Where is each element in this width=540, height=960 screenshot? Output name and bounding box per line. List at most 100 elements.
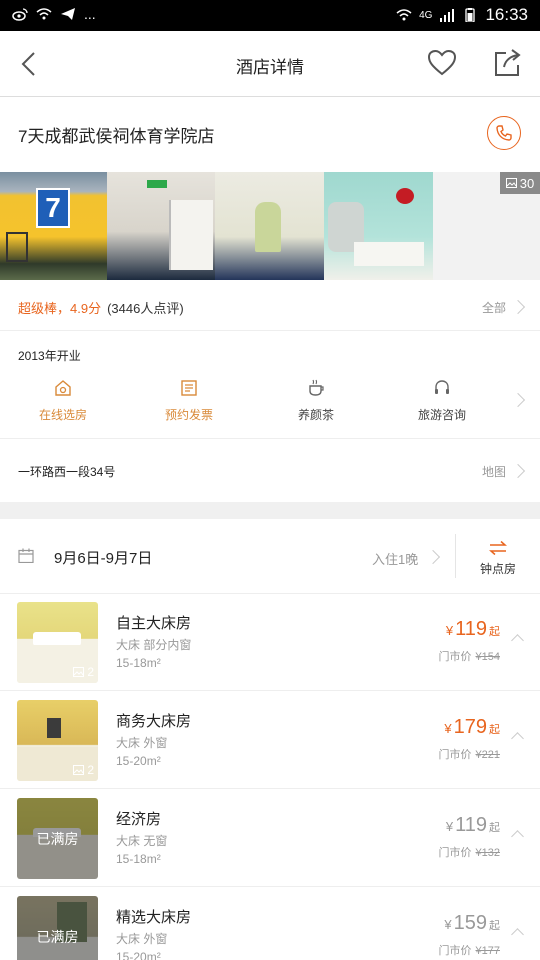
hotel-name: 7天成都武侯祠体育学院店	[18, 127, 215, 146]
photo-detail	[6, 232, 28, 262]
price-value: 119	[455, 618, 487, 640]
divider	[0, 438, 540, 439]
photo-corridor-2[interactable]	[215, 172, 324, 280]
facility-label: 在线选房	[38, 408, 87, 422]
currency-symbol: ¥	[444, 917, 452, 932]
call-hotel-button[interactable]	[487, 116, 521, 150]
hourly-room-label: 钟点房	[479, 562, 516, 576]
room-item[interactable]: 已满房 精选大床房 大床 外窗 15-20m² ¥159 起 门市价 ¥177	[0, 886, 540, 960]
sold-out-overlay: 已满房	[17, 896, 98, 960]
room-item[interactable]: 2 自主大床房 大床 部分内窗 15-18m² ¥119 起 门市价 ¥154	[0, 592, 540, 688]
photo-corridor-1[interactable]	[107, 172, 215, 280]
room-name: 经济房	[116, 811, 162, 828]
photo-tea-set[interactable]	[324, 172, 433, 280]
stay-dates[interactable]: 9月6日-9月7日	[54, 547, 152, 568]
opening-year: 2013年开业	[18, 349, 81, 363]
price-from-label: 起	[489, 626, 500, 638]
photo-detail	[396, 188, 414, 204]
image-icon	[73, 765, 85, 775]
telegram-icon	[61, 8, 75, 20]
map-link[interactable]: 地图	[482, 463, 506, 480]
cell-signal-icon	[440, 9, 455, 22]
facility-invoice[interactable]: 预约发票	[144, 378, 234, 423]
network-type: 4G	[419, 9, 433, 21]
original-price-value: ¥177	[475, 945, 500, 957]
rating-score: 超级棒，4.9分	[18, 301, 102, 316]
image-icon	[73, 667, 85, 677]
room-item[interactable]: 2 商务大床房 大床 外窗 15-20m² ¥179 起 门市价 ¥221	[0, 690, 540, 786]
room-bed-window: 大床 部分内窗	[116, 638, 192, 652]
chevron-right-icon[interactable]	[510, 392, 526, 408]
wifi-signal-icon	[396, 9, 412, 21]
facility-online-room-select[interactable]: 在线选房	[18, 378, 108, 423]
expand-chevron-icon[interactable]	[511, 928, 524, 941]
tea-cup-icon	[309, 379, 324, 396]
share-icon[interactable]	[492, 47, 522, 79]
currency-symbol: ¥	[445, 623, 454, 638]
chevron-right-icon	[425, 549, 441, 565]
status-bar: ... 4G 16:33	[0, 0, 540, 31]
original-price-label: 门市价	[438, 945, 472, 957]
room-bed-window: 大床 无窗	[116, 834, 168, 848]
price-from-label: 起	[489, 724, 500, 736]
room-thumbnail[interactable]: 已满房	[17, 798, 98, 879]
original-price: 门市价 ¥154	[439, 648, 500, 664]
photo-hotel-exterior[interactable]: 7	[0, 172, 107, 280]
price-value: 179	[453, 716, 487, 738]
nav-header: 酒店详情	[0, 31, 540, 97]
divider	[455, 534, 456, 578]
all-reviews-link[interactable]: 全部	[482, 299, 506, 316]
currency-symbol: ¥	[444, 721, 452, 736]
expand-chevron-icon[interactable]	[511, 732, 524, 745]
room-thumbnail[interactable]: 2	[17, 700, 98, 781]
price-value: 159	[453, 912, 487, 934]
expand-chevron-icon[interactable]	[511, 634, 524, 647]
photo-gallery[interactable]: 7	[0, 172, 540, 280]
photo-detail	[354, 242, 424, 266]
room-image-count: 2	[73, 665, 94, 679]
original-price-value: ¥154	[475, 651, 500, 663]
price-from-label: 起	[489, 920, 500, 932]
room-size: 15-18m²	[116, 852, 161, 866]
nights-count[interactable]: 入住1晚	[372, 549, 418, 568]
house-icon	[55, 380, 71, 396]
room-name: 商务大床房	[116, 713, 192, 730]
hotel-logo-sign: 7	[36, 188, 70, 228]
hotel-address[interactable]: 一环路西一段34号	[18, 463, 115, 480]
chevron-right-icon	[510, 463, 526, 479]
image-count-value: 2	[87, 665, 94, 679]
original-price-value: ¥221	[475, 749, 500, 761]
facility-label: 预约发票	[164, 408, 213, 422]
room-name: 自主大床房	[116, 615, 192, 632]
room-bed-window: 大床 外窗	[116, 736, 168, 750]
price-from-label: 起	[489, 822, 500, 834]
more-notifications: ...	[84, 6, 96, 22]
room-size: 15-20m²	[116, 950, 161, 960]
facility-tea[interactable]: 养颜茶	[271, 378, 361, 423]
expand-chevron-icon[interactable]	[511, 830, 524, 843]
invoice-icon	[181, 380, 197, 396]
room-bed-window: 大床 外窗	[116, 932, 168, 946]
wifi-icon	[36, 8, 52, 20]
section-gap	[0, 502, 540, 519]
hourly-room-button[interactable]: 钟点房	[474, 540, 522, 577]
photo-detail	[147, 180, 167, 188]
currency-symbol: ¥	[445, 819, 454, 834]
favorite-heart-icon[interactable]	[426, 47, 458, 79]
image-icon	[505, 178, 517, 188]
clock: 16:33	[485, 5, 528, 24]
facility-label: 旅游咨询	[417, 408, 466, 422]
calendar-icon	[18, 548, 34, 563]
room-image-count: 2	[73, 763, 94, 777]
swap-arrows-icon	[489, 540, 507, 556]
rating-row[interactable]: 超级棒，4.9分 (3446人点评)	[18, 298, 184, 317]
room-thumbnail[interactable]: 已满房	[17, 896, 98, 960]
weibo-icon	[12, 8, 28, 21]
photo-count-badge[interactable]: 30	[500, 172, 540, 194]
original-price-label: 门市价	[438, 749, 472, 761]
room-item[interactable]: 已满房 经济房 大床 无窗 15-18m² ¥119 起 门市价 ¥132	[0, 788, 540, 884]
image-count-value: 2	[87, 763, 94, 777]
facility-travel-consult[interactable]: 旅游咨询	[397, 378, 487, 423]
room-thumbnail[interactable]: 2	[17, 602, 98, 683]
original-price-value: ¥132	[475, 847, 500, 859]
